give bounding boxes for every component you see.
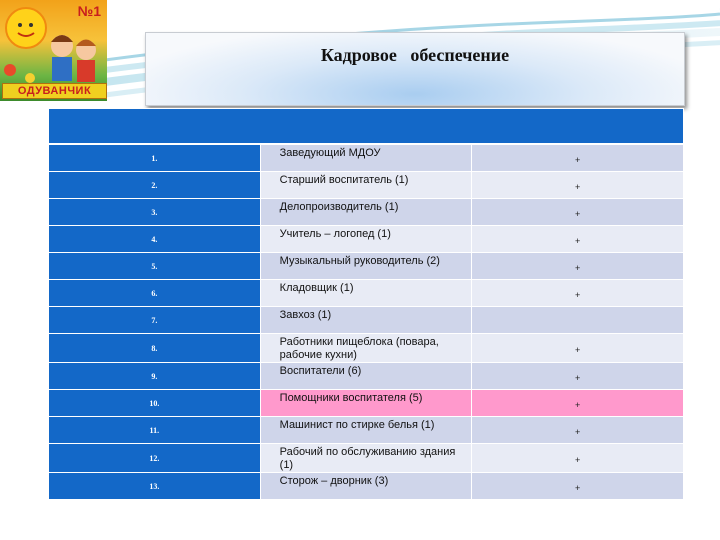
table-row: 8. Работники пищеблока (повара, рабочие … [48, 333, 684, 363]
position-name: Завхоз (1) [259, 306, 473, 334]
table-row: 9. Воспитатели (6) + [48, 362, 684, 390]
position-name: Музыкальный руководитель (2) [259, 252, 473, 280]
position-name: Кладовщик (1) [259, 279, 473, 307]
row-number: 4. [48, 225, 261, 253]
row-number: 5. [48, 252, 261, 280]
row-number: 13. [48, 472, 261, 500]
position-name: Делопроизводитель (1) [259, 198, 473, 226]
position-name: Сторож – дворник (3) [259, 472, 473, 500]
position-name: Рабочий по обслуживанию здания (1) [259, 443, 473, 473]
row-number: 9. [48, 362, 261, 390]
row-number: 1. [48, 143, 261, 172]
status-mark: + [471, 443, 684, 473]
position-name: Заведующий МДОУ [259, 143, 473, 172]
table-row: 11. Машинист по стирке белья (1) + [48, 416, 684, 444]
kindergarten-logo: №1 ОДУВАНЧИК [0, 0, 107, 101]
table-row: 1. Заведующий МДОУ + [48, 143, 684, 172]
table-row: 12. Рабочий по обслуживанию здания (1) + [48, 443, 684, 473]
table-row: 4. Учитель – логопед (1) + [48, 225, 684, 253]
status-mark: + [471, 225, 684, 253]
row-number: 11. [48, 416, 261, 444]
status-mark: + [471, 362, 684, 390]
table-header-row [48, 108, 684, 145]
table-header-cell [48, 108, 684, 145]
page-title: Кадровое обеспечение [320, 45, 510, 65]
logo-number: №1 [77, 3, 101, 19]
status-mark: + [471, 389, 684, 417]
table-row: 5. Музыкальный руководитель (2) + [48, 252, 684, 280]
status-mark: + [471, 143, 684, 172]
status-mark: + [471, 171, 684, 199]
status-mark: + [471, 333, 684, 363]
row-number: 3. [48, 198, 261, 226]
status-mark: + [471, 416, 684, 444]
table-row: 7. Завхоз (1) [48, 306, 684, 334]
row-number: 7. [48, 306, 261, 334]
row-number: 12. [48, 443, 261, 473]
table-row-highlighted: 10. Помощники воспитателя (5) + [48, 389, 684, 417]
status-mark: + [471, 252, 684, 280]
position-name: Помощники воспитателя (5) [259, 389, 473, 417]
row-number: 8. [48, 333, 261, 363]
position-name: Воспитатели (6) [259, 362, 473, 390]
table-row: 6. Кладовщик (1) + [48, 279, 684, 307]
status-mark [471, 306, 684, 334]
logo-name: ОДУВАНЧИК [2, 83, 107, 99]
title-banner: Кадровое обеспечение [145, 32, 685, 106]
status-mark: + [471, 472, 684, 500]
table-row: 13. Сторож – дворник (3) + [48, 472, 684, 500]
status-mark: + [471, 198, 684, 226]
staff-table: 1. Заведующий МДОУ + 2. Старший воспитат… [48, 108, 684, 500]
position-name: Учитель – логопед (1) [259, 225, 473, 253]
table-row: 3. Делопроизводитель (1) + [48, 198, 684, 226]
row-number: 6. [48, 279, 261, 307]
status-mark: + [471, 279, 684, 307]
position-name: Машинист по стирке белья (1) [259, 416, 473, 444]
position-name: Работники пищеблока (повара, рабочие кух… [259, 333, 473, 363]
row-number: 2. [48, 171, 261, 199]
position-name: Старший воспитатель (1) [259, 171, 473, 199]
table-row: 2. Старший воспитатель (1) + [48, 171, 684, 199]
row-number: 10. [48, 389, 261, 417]
